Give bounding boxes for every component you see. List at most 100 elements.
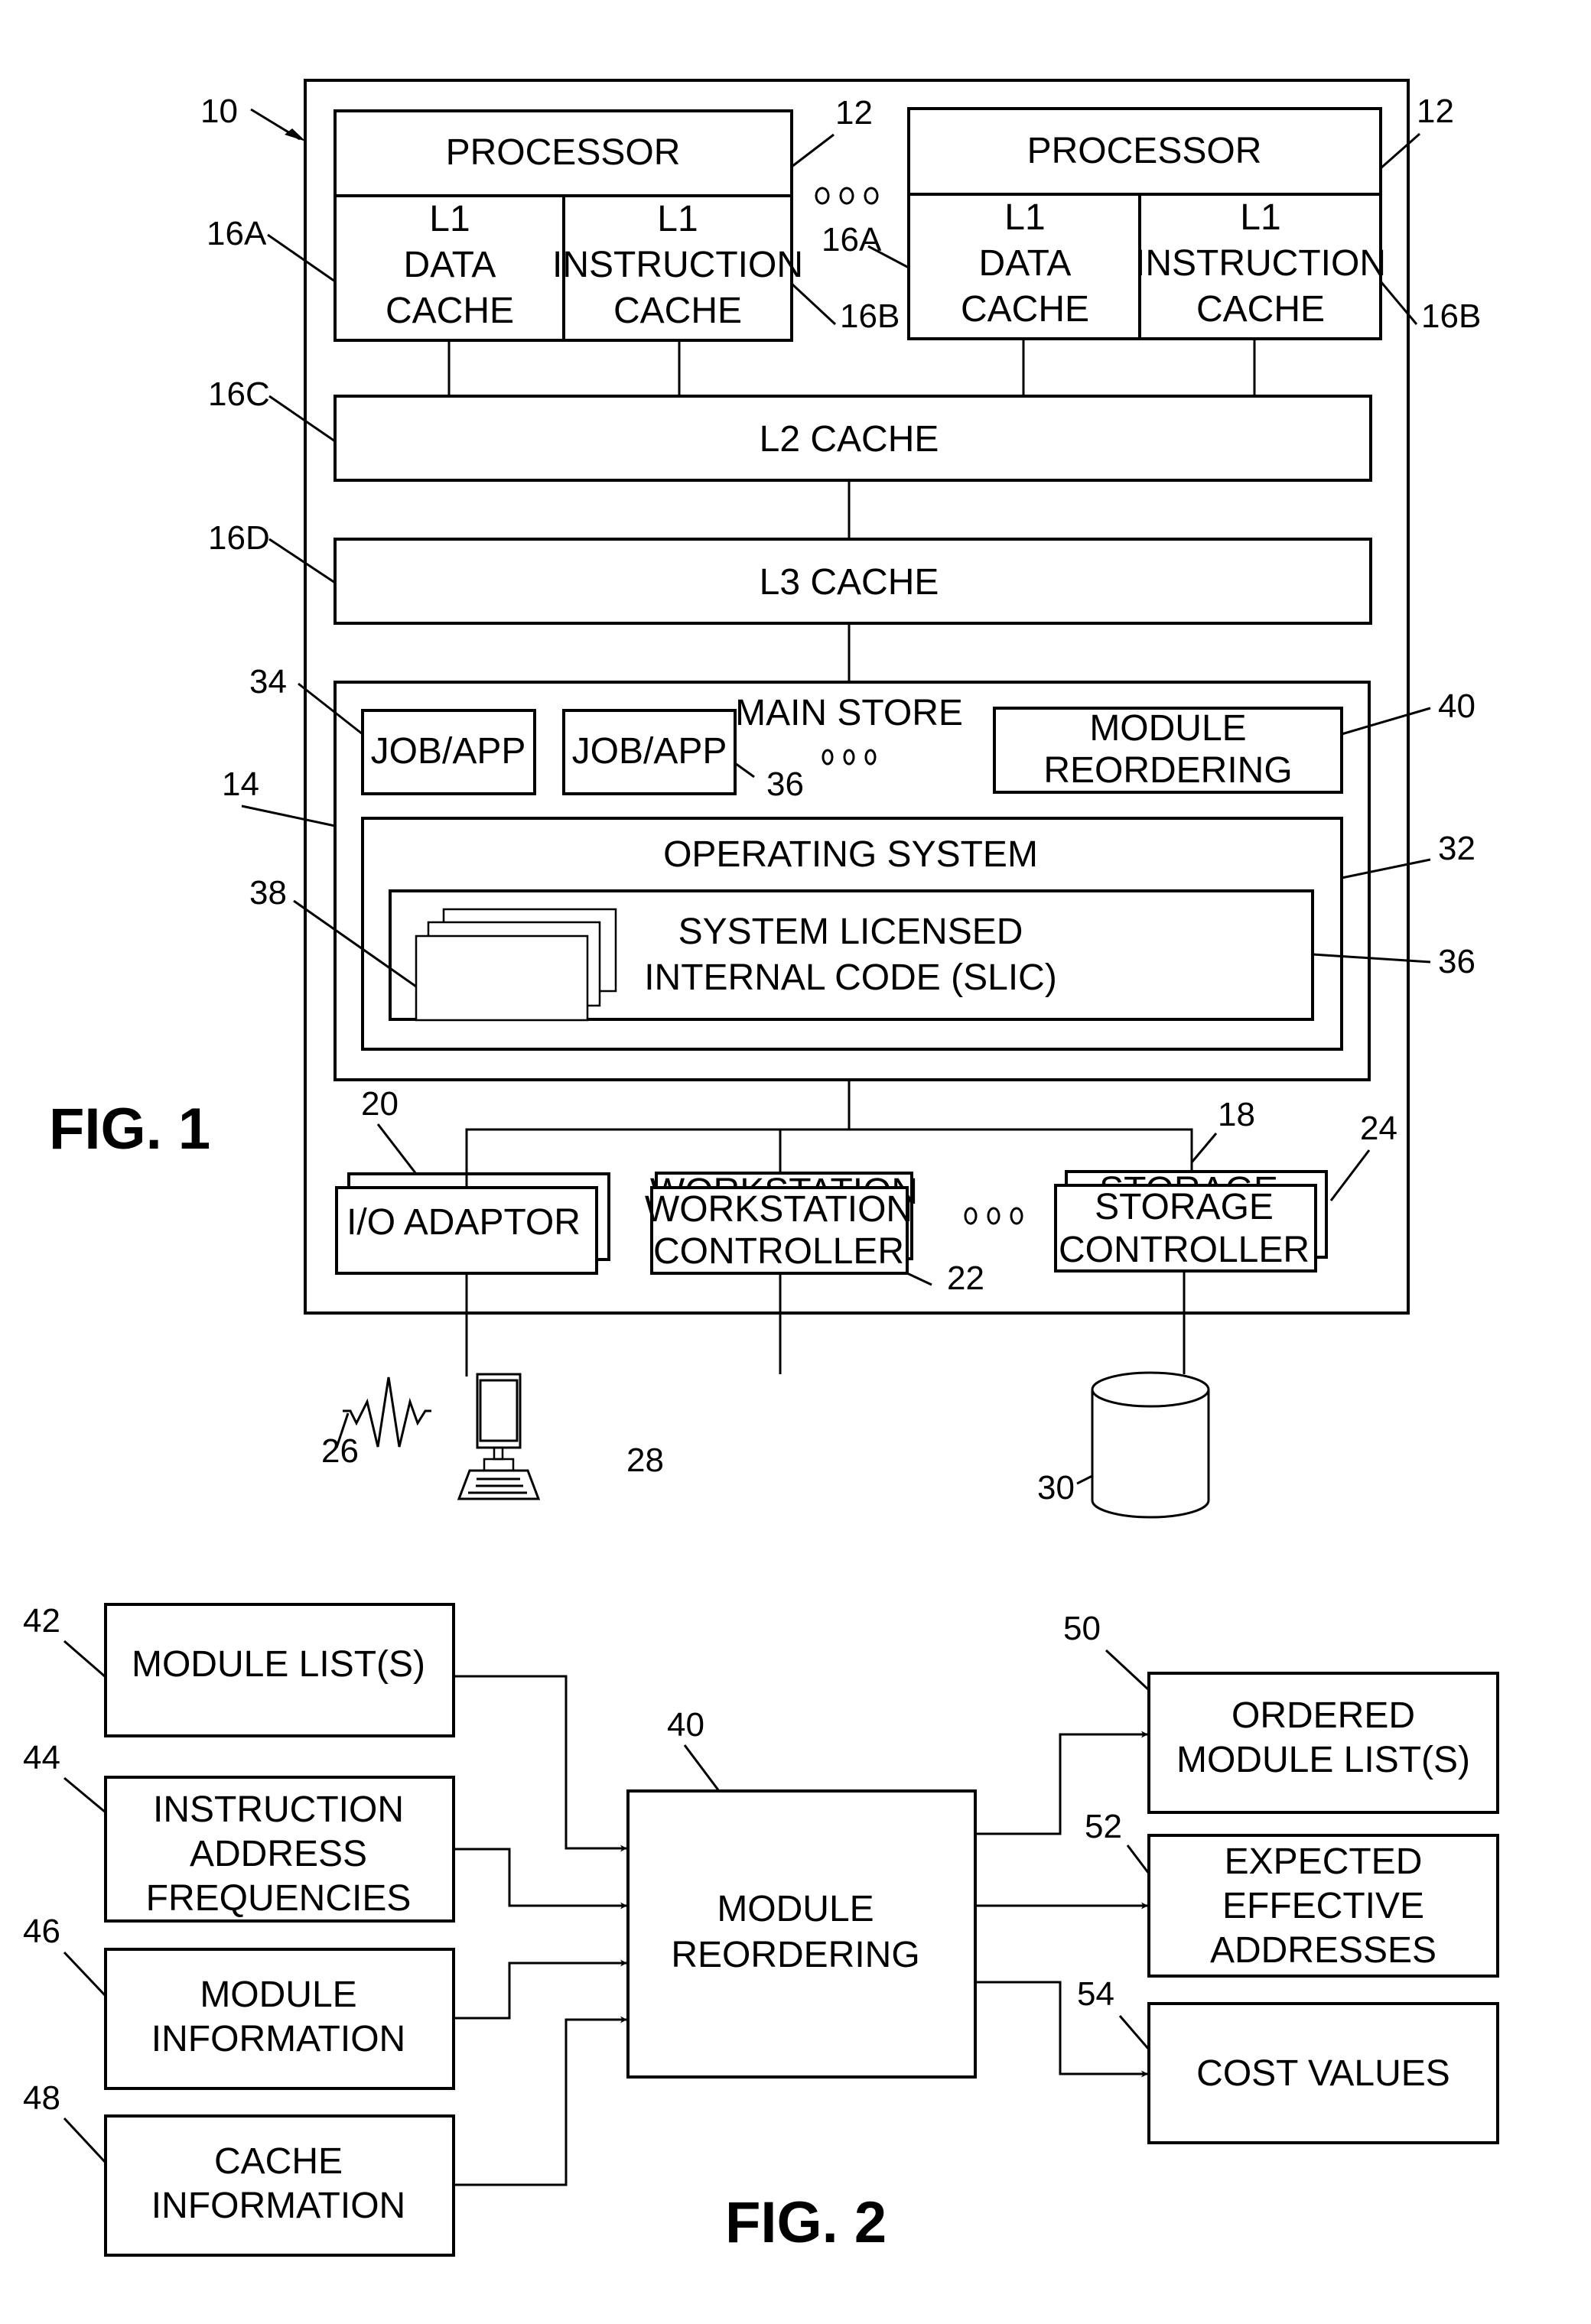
module-reordering-line2: REORDERING	[1043, 750, 1292, 791]
processor-1-l1-data-line1: L1	[429, 199, 470, 239]
output-expected-addresses-line1: EXPECTED	[1225, 1841, 1423, 1882]
processor-2-l1-data-line3: CACHE	[961, 289, 1089, 330]
leader-output-cost-values	[1118, 2015, 1150, 2050]
leader-input-module-information	[63, 1951, 107, 1997]
leader-output-expected-addresses	[1126, 1845, 1150, 1874]
processor-2-title: PROCESSOR	[1027, 131, 1262, 171]
input-module-lists-label: MODULE LIST(S)	[132, 1644, 425, 1685]
leader-storage	[1076, 1474, 1093, 1485]
output-expected-addresses-line3: ADDRESSES	[1210, 1930, 1436, 1971]
output-ordered-module-lists-line1: ORDERED	[1231, 1695, 1415, 1736]
l3-cache-label: L3 CACHE	[760, 562, 939, 603]
ref-input-iaf: 44	[23, 1739, 60, 1776]
module-reordering-process-line1: MODULE	[717, 1889, 874, 1929]
leader-output-ordered-module-lists	[1105, 1649, 1150, 1692]
fig1-caption: FIG. 1	[49, 1097, 210, 1162]
input-cache-information-line1: CACHE	[214, 2141, 343, 2182]
flow-cache-info-to-reordering	[454, 2016, 627, 2186]
workstation-controller-line2: CONTROLLER	[653, 1231, 904, 1272]
ref-input-module-information: 46	[23, 1913, 60, 1950]
ref-processor-1-l1-instr: 16B	[840, 297, 900, 335]
ref-output-ordered-module-lists: 50	[1063, 1610, 1101, 1647]
ref-slic: 36	[1438, 943, 1475, 980]
ref-l2-cache: 16C	[208, 375, 270, 413]
flow-iaf-to-reordering	[454, 1848, 627, 1910]
input-module-information-line2: INFORMATION	[151, 2019, 405, 2059]
ref-operating-system: 32	[1438, 830, 1475, 867]
output-expected-effective-addresses: EXPECTED EFFECTIVE ADDRESSES 52	[1085, 1808, 1499, 1978]
ref-input-module-lists: 42	[23, 1602, 60, 1640]
fig2-caption: FIG. 2	[725, 2190, 887, 2255]
output-ordered-module-lists-line2: MODULE LIST(S)	[1176, 1740, 1470, 1780]
processor-1-l1-instr-line1: L1	[657, 199, 698, 239]
ref-bus: 18	[1218, 1096, 1255, 1133]
module-reordering-line1: MODULE	[1089, 708, 1246, 749]
module-reordering-process-box	[626, 1789, 977, 2079]
output-cost-values: COST VALUES 54	[1077, 1975, 1499, 2144]
ref-output-expected-addresses: 52	[1085, 1808, 1122, 1845]
ref-storage: 30	[1037, 1469, 1075, 1507]
leader-module-reordering-process	[683, 1744, 721, 1792]
disk-cylinder-icon	[1091, 1371, 1210, 1519]
leader-input-cache-information	[63, 2117, 107, 2164]
ref-io-adaptor: 20	[361, 1085, 399, 1123]
job-app-1-label: JOB/APP	[371, 731, 526, 772]
fig2: MODULE LIST(S) 42 INSTRUCTION ADDRESS FR…	[23, 1602, 1499, 2257]
main-store-label: MAIN STORE	[735, 693, 963, 733]
ref-processor-1-l1-data: 16A	[207, 215, 267, 252]
patent-drawing-sheet: 10 PROCESSOR L1 DATA CACHE L1 INSTRUCTIO…	[23, 79, 1499, 2257]
storage-controller-line2: CONTROLLER	[1059, 1230, 1310, 1270]
processor-2-l1-instr-line1: L1	[1240, 197, 1280, 238]
leader-input-iaf	[63, 1776, 106, 1814]
ref-module-reordering: 40	[1438, 687, 1475, 725]
l2-cache-label: L2 CACHE	[760, 419, 939, 460]
job-app-2-label: JOB/APP	[572, 731, 727, 772]
ref-workstation: 28	[626, 1442, 664, 1479]
output-expected-addresses-line2: EFFECTIVE	[1222, 1886, 1424, 1926]
processor-2-l1-data-line2: DATA	[979, 243, 1072, 284]
processor-1-l1-data-line3: CACHE	[386, 291, 514, 331]
slic-line1: SYSTEM LICENSED	[678, 912, 1023, 952]
input-cache-information-line2: INFORMATION	[151, 2186, 405, 2226]
output-cost-values-label: COST VALUES	[1196, 2053, 1450, 2094]
slic-line2: INTERNAL CODE (SLIC)	[644, 957, 1057, 998]
arrow-system	[285, 128, 306, 141]
ref-input-cache-information: 48	[23, 2079, 60, 2117]
processor-1-title: PROCESSOR	[446, 132, 681, 173]
output-ordered-module-lists: ORDERED MODULE LIST(S) 50	[1063, 1610, 1499, 1814]
ref-storage-controller: 24	[1360, 1110, 1397, 1147]
processor-1-l1-instr-line3: CACHE	[613, 291, 742, 331]
processor-1-l1-instr-line2: INSTRUCTION	[552, 245, 803, 285]
processor-2: PROCESSOR L1 DATA CACHE L1 INSTRUCTION C…	[822, 93, 1481, 340]
workstation-controller-line1: WORKSTATION	[645, 1189, 913, 1230]
ref-processor-2: 12	[1417, 93, 1454, 130]
fig1: 10 PROCESSOR L1 DATA CACHE L1 INSTRUCTIO…	[49, 79, 1481, 1519]
input-module-information-line1: MODULE	[200, 1975, 356, 2015]
ref-output-cost-values: 54	[1077, 1975, 1114, 2013]
module-reordering-process-line2: REORDERING	[671, 1935, 919, 1975]
ref-processor-2-l1-instr: 16B	[1421, 297, 1481, 335]
ref-processor-1: 12	[835, 94, 873, 132]
flow-reordering-to-cost-values	[975, 1981, 1148, 2078]
input-iaf-line1: INSTRUCTION	[153, 1789, 404, 1830]
ref-system: 10	[200, 93, 238, 130]
input-instruction-address-frequencies: INSTRUCTION ADDRESS FREQUENCIES 44	[23, 1739, 455, 1923]
flow-module-lists-to-reordering	[454, 1675, 627, 1852]
slic-module-stack	[415, 908, 617, 1022]
input-iaf-line2: ADDRESS	[190, 1834, 367, 1874]
io-adaptor-label: I/O ADAPTOR	[347, 1202, 581, 1243]
ref-workstation-controller: 22	[947, 1260, 984, 1297]
ref-slic-modules: 38	[249, 874, 287, 912]
ref-job-app-2: 36	[766, 765, 804, 803]
processor-1-l1-data-line2: DATA	[404, 245, 496, 285]
slic-module-card-1	[415, 934, 589, 1022]
operating-system-label: OPERATING SYSTEM	[663, 834, 1038, 875]
input-module-information: MODULE INFORMATION 46	[23, 1913, 455, 2090]
processor-2-l1-instr-line2: INSTRUCTION	[1135, 243, 1386, 284]
ref-module-reordering-process: 40	[667, 1706, 704, 1744]
input-cache-information: CACHE INFORMATION 48	[23, 2079, 455, 2257]
ref-processor-2-l1-data: 16A	[822, 221, 882, 258]
processor-2-l1-instr-line3: CACHE	[1196, 289, 1325, 330]
processor-2-l1-data-line1: L1	[1004, 197, 1045, 238]
ref-job-app-1: 34	[249, 663, 287, 700]
